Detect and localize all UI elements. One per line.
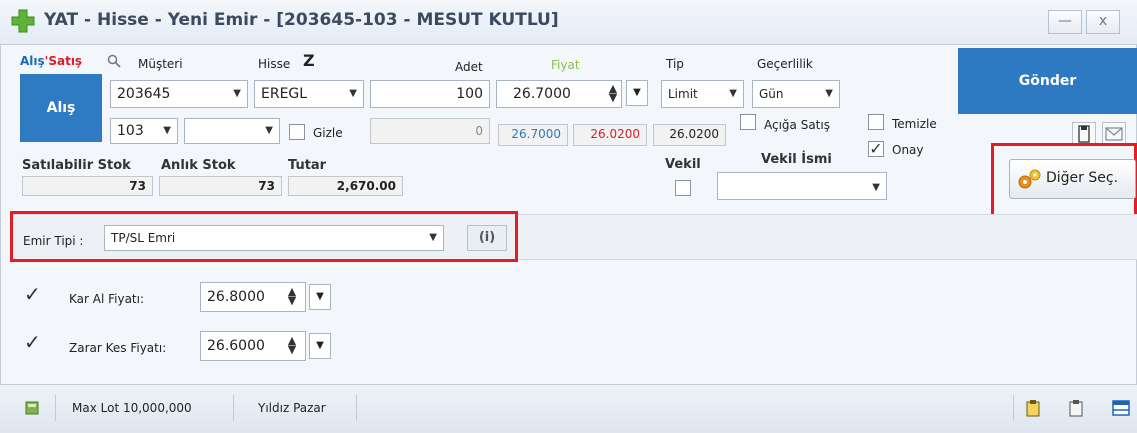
adet-label: Adet	[455, 60, 483, 74]
zarar-kes-checkbox[interactable]: ✓	[24, 332, 41, 352]
zarar-kes-stepper[interactable]: ▲ ▼	[286, 335, 298, 355]
gecerlilik-select[interactable]: Gün ▼	[752, 80, 840, 108]
title-bar: YAT - Hisse - Yeni Emir - [203645-103 - …	[0, 0, 1137, 45]
price-last: 26.0200	[653, 124, 726, 146]
price-ask: 26.7000	[498, 124, 568, 146]
zarar-kes-label: Zarar Kes Fiyatı:	[69, 341, 167, 355]
hisse-value: EREGL	[261, 86, 308, 102]
kar-al-label: Kar Al Fiyatı:	[69, 292, 145, 306]
status-separator	[356, 395, 357, 421]
musteri-label: Müşteri	[138, 57, 183, 71]
onay-checkbox[interactable]: ✓	[868, 141, 884, 157]
gear-icon	[1018, 169, 1041, 189]
aciga-satis-checkbox[interactable]	[740, 114, 756, 130]
clipboard-copy-icon[interactable]	[1068, 399, 1084, 417]
zarar-kes-value: 26.6000	[207, 338, 265, 354]
chevron-down-icon: ▼	[872, 182, 880, 193]
emir-tipi-value: TP/SL Emri	[111, 231, 176, 245]
window-layout-icon[interactable]	[1112, 400, 1130, 416]
minimize-button[interactable]: —	[1048, 10, 1082, 34]
close-button[interactable]: x	[1086, 10, 1120, 34]
tip-select[interactable]: Limit ▼	[661, 80, 744, 108]
chevron-down-icon: ▼	[825, 88, 833, 99]
status-separator	[233, 395, 234, 421]
emir-tipi-select[interactable]: TP/SL Emri ▼	[104, 225, 444, 251]
fiyat-dropdown[interactable]: ▼	[626, 80, 648, 106]
z-label: Z	[303, 51, 315, 70]
search-icon[interactable]	[107, 54, 121, 68]
vekil-label: Vekil	[665, 157, 701, 172]
fiyat-input[interactable]: 26.7000	[496, 80, 622, 108]
side-selector[interactable]: Alış'Satış	[20, 54, 82, 68]
kar-al-dropdown[interactable]: ▼	[309, 284, 331, 310]
chevron-down-icon: ▼	[233, 88, 241, 99]
gecerlilik-label: Geçerlilik	[757, 57, 813, 71]
onay-label: Onay	[892, 143, 924, 157]
calculator-icon[interactable]	[24, 400, 40, 416]
chevron-down-icon: ▼	[265, 125, 273, 136]
plus-icon	[11, 9, 35, 33]
musteri-select[interactable]: 203645 ▼	[110, 80, 248, 108]
chevron-down-icon: ▼	[729, 88, 737, 99]
kar-al-checkbox[interactable]: ✓	[24, 284, 41, 304]
price-bid: 26.0200	[573, 124, 647, 146]
gizle-label: Gizle	[313, 126, 343, 140]
other-options-label: Diğer Seç.	[1046, 170, 1119, 186]
sub-account2-select[interactable]: ▼	[184, 118, 280, 144]
kar-al-value: 26.8000	[207, 289, 265, 305]
chevron-down-icon: ▼	[429, 232, 437, 243]
info-button[interactable]: (i)	[467, 225, 507, 251]
buy-side-button[interactable]: Alış	[20, 74, 102, 142]
gecerlilik-value: Gün	[759, 87, 784, 101]
musteri-value: 203645	[117, 86, 171, 102]
fiyat-stepper[interactable]: ▲ ▼	[607, 83, 619, 103]
status-bar: Max Lot 10,000,000 Yıldız Pazar	[0, 384, 1137, 433]
zarar-kes-dropdown[interactable]: ▼	[309, 333, 331, 359]
anlik-stok-value: 73	[159, 176, 282, 196]
temizle-checkbox[interactable]	[868, 114, 884, 130]
satilabilir-stok-value: 73	[22, 176, 153, 196]
satilabilir-stok-label: Satılabilir Stok	[22, 158, 131, 173]
window-title: YAT - Hisse - Yeni Emir - [203645-103 - …	[44, 10, 559, 30]
emir-tipi-label: Emir Tipi :	[23, 234, 84, 248]
satis-tab[interactable]: Satış	[48, 54, 82, 68]
hisse-label: Hisse	[258, 57, 291, 71]
status-separator	[1013, 395, 1014, 421]
fiyat-label: Fiyat	[551, 58, 580, 72]
tip-value: Limit	[668, 87, 698, 101]
clipboard-icon[interactable]	[1025, 399, 1041, 417]
fiyat-value: 26.7000	[513, 86, 571, 102]
kar-al-stepper[interactable]: ▲ ▼	[286, 286, 298, 306]
chevron-down-icon: ▼	[163, 125, 171, 136]
tutar-label: Tutar	[288, 158, 327, 173]
alis-tab[interactable]: Alış	[20, 54, 45, 68]
adet-input[interactable]: 100	[370, 80, 490, 108]
send-button[interactable]: Gönder	[958, 48, 1137, 114]
chevron-down-icon: ▼	[349, 88, 357, 99]
temizle-label: Temizle	[892, 117, 937, 131]
other-options-button[interactable]: Diğer Seç.	[1009, 159, 1136, 199]
anlik-stok-label: Anlık Stok	[161, 158, 236, 173]
gizle-checkbox[interactable]	[289, 124, 305, 140]
sub-account-value: 103	[117, 123, 144, 139]
status-separator	[55, 395, 56, 421]
market-name: Yıldız Pazar	[258, 401, 326, 415]
gizle-value[interactable]: 0	[370, 118, 490, 144]
vekil-checkbox[interactable]	[675, 180, 691, 196]
max-lot: Max Lot 10,000,000	[72, 401, 192, 415]
tutar-value: 2,670.00	[288, 176, 403, 196]
hisse-select[interactable]: EREGL ▼	[254, 80, 364, 108]
tip-label: Tip	[666, 57, 684, 71]
vekil-ismi-select[interactable]: ▼	[717, 172, 887, 200]
sub-account-select[interactable]: 103 ▼	[110, 118, 178, 144]
aciga-satis-label: Açığa Satış	[764, 118, 830, 132]
vekil-ismi-label: Vekil İsmi	[761, 152, 832, 167]
